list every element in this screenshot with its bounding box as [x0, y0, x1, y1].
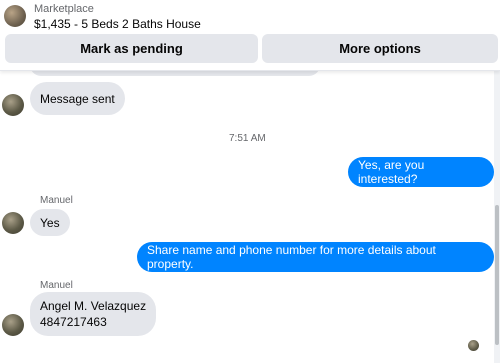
scrollbar-thumb[interactable]	[495, 205, 499, 345]
contact-avatar-icon[interactable]	[2, 94, 24, 116]
conversation-header: Marketplace $1,435 - 5 Beds 2 Baths Hous…	[0, 0, 500, 71]
message-bubble-outgoing: Share name and phone number for more det…	[137, 242, 494, 272]
contact-avatar-icon[interactable]	[2, 212, 24, 234]
message-thread[interactable]: Message sent 7:51 AM Yes, are you intere…	[0, 70, 494, 363]
marketplace-title: Marketplace	[34, 3, 94, 15]
mark-as-pending-button[interactable]: Mark as pending	[5, 34, 258, 63]
message-bubble-outgoing: Yes, are you interested?	[348, 157, 494, 187]
scrollbar[interactable]	[494, 70, 500, 363]
listing-thumbnail-icon[interactable]	[4, 5, 26, 27]
contact-avatar-icon[interactable]	[2, 314, 24, 336]
seen-avatar-icon	[468, 340, 479, 351]
message-bubble-incoming: Angel M. Velazquez 4847217463	[30, 292, 157, 336]
sender-name: Manuel	[40, 195, 73, 206]
message-bubble-incoming: Yes	[30, 209, 70, 236]
message-bubble-incoming: Message sent	[30, 82, 125, 115]
contact-phone-line: 4847217463	[40, 315, 107, 329]
message-timestamp: 7:51 AM	[229, 133, 266, 144]
more-options-button[interactable]: More options	[262, 34, 498, 63]
listing-title[interactable]: $1,435 - 5 Beds 2 Baths House	[34, 17, 201, 31]
contact-name-line: Angel M. Velazquez	[40, 299, 147, 313]
sender-name: Manuel	[40, 280, 73, 291]
